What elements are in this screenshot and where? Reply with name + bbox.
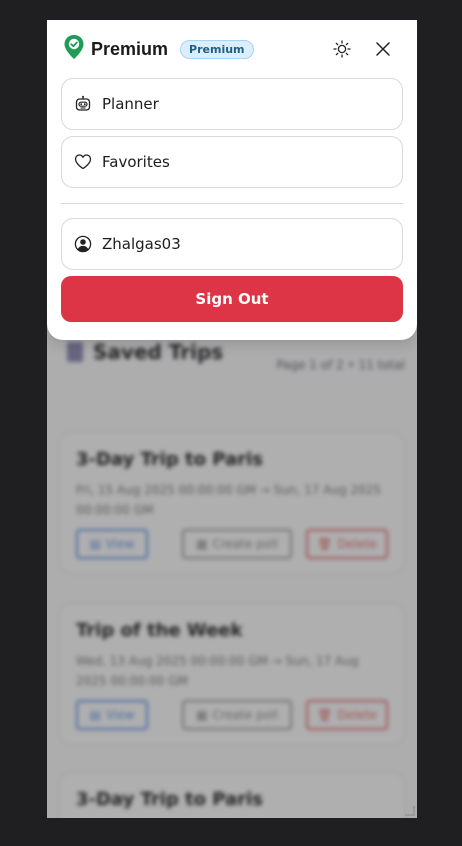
menu-panel: Premium Premium Planner Favorites Zhalga… bbox=[47, 20, 417, 340]
close-icon bbox=[376, 42, 390, 56]
menu-item-planner[interactable]: Planner bbox=[61, 78, 403, 130]
map-pin-icon bbox=[63, 34, 85, 64]
user-circle-icon bbox=[74, 235, 92, 253]
menu-item-favorites[interactable]: Favorites bbox=[61, 136, 403, 188]
sign-out-button[interactable]: Sign Out bbox=[61, 276, 403, 322]
brand[interactable]: Premium Premium bbox=[63, 34, 254, 64]
heart-icon bbox=[74, 154, 92, 170]
menu-item-label: Favorites bbox=[102, 153, 170, 171]
sun-icon bbox=[333, 40, 351, 58]
premium-badge: Premium bbox=[180, 39, 254, 59]
menu-item-profile[interactable]: Zhalgas03 bbox=[61, 218, 403, 270]
app-window: Saved Trips Page 1 of 2 • 11 total 3-Day… bbox=[47, 20, 417, 818]
brand-name: Premium bbox=[91, 38, 169, 59]
robot-icon bbox=[75, 95, 91, 111]
theme-toggle-button[interactable] bbox=[331, 38, 353, 60]
divider bbox=[61, 203, 403, 204]
username-label: Zhalgas03 bbox=[102, 235, 181, 253]
close-button[interactable] bbox=[372, 38, 394, 60]
menu-item-label: Planner bbox=[102, 95, 159, 113]
resize-handle[interactable] bbox=[405, 806, 415, 816]
